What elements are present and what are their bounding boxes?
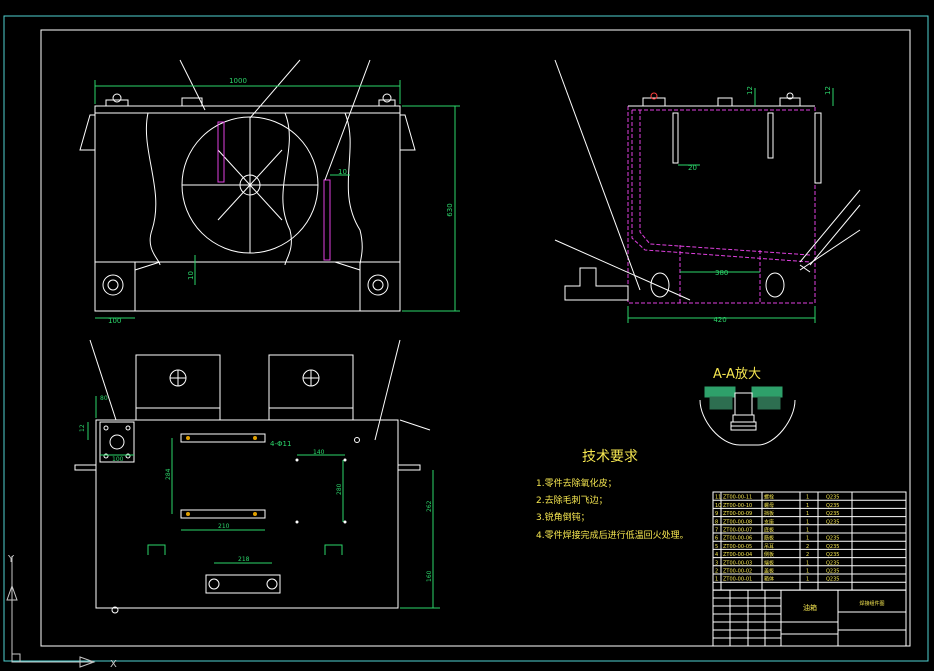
dim-plan-e: 140 — [313, 449, 325, 456]
bom-cell: 9 — [715, 511, 718, 517]
bom-cell: 1 — [715, 577, 718, 583]
section-detail — [699, 386, 796, 446]
bom-cell: ZT00-00-08 — [723, 519, 752, 525]
bom-cell: ZT00-00-07 — [723, 528, 752, 534]
bom-cell: ZT00-00-02 — [723, 569, 752, 575]
bom-cell: 底板 — [764, 527, 774, 534]
bom-cell: Q235 — [826, 577, 839, 583]
dim-d10b: 10 — [338, 168, 347, 176]
bom-cell: 1 — [806, 577, 809, 583]
bom-cell: Q235 — [826, 503, 839, 509]
bom-cell: ZT00-00-01 — [723, 577, 752, 583]
bom-cell: 挡板 — [764, 510, 774, 517]
bom-cell: Q235 — [826, 569, 839, 575]
bom-cell: 1 — [806, 495, 809, 501]
dim-plan-i: 218 — [238, 556, 250, 563]
bom-cell: 11 — [715, 495, 721, 501]
dim-plan-b: 12 — [79, 424, 86, 432]
bom-cell: ZT00-00-04 — [723, 552, 752, 558]
dim-side-inner-b: 380 — [715, 269, 728, 277]
tech-title: 技术要求 — [582, 449, 638, 465]
bom-cell: 3 — [715, 560, 718, 566]
bom-cell: Q235 — [826, 544, 839, 550]
axis-x-label: X — [110, 659, 117, 670]
dim-plan-a: 80 — [100, 395, 108, 402]
bom-cell: 1 — [806, 519, 809, 525]
tech-item: 4.零件焊接完成后进行低温回火处理。 — [536, 529, 689, 541]
dim-plan-h: 210 — [218, 523, 230, 530]
bom-cell: Q235 — [826, 519, 839, 525]
bom-cell: ZT00-00-06 — [723, 536, 752, 542]
bom-cell: 1 — [806, 511, 809, 517]
bom-cell: 1 — [806, 569, 809, 575]
drawing-canvas[interactable]: 1000 630 100 10 10 420 12 12 20 380 80 1… — [0, 0, 934, 671]
dim-side-top-b: 12 — [824, 86, 832, 95]
bom-cell: 1 — [806, 560, 809, 566]
bom-cell: ZT00-00-10 — [723, 503, 752, 509]
bom-cell: 6 — [715, 536, 718, 542]
bom-cell: Q235 — [826, 560, 839, 566]
bom-cell: 5 — [715, 544, 718, 550]
dim-side-width: 420 — [713, 316, 726, 324]
bom-cell: 端板 — [764, 559, 774, 566]
bom-cell: Q235 — [826, 552, 839, 558]
bom-cell: Q235 — [826, 495, 839, 501]
title-block-sub: 焊接组件图 — [859, 600, 884, 607]
bom-cell: 2 — [806, 544, 809, 550]
bom-cell: 10 — [715, 503, 721, 509]
bom-cell: Q235 — [826, 536, 839, 542]
dim-plan-d: 4-Φ11 — [270, 440, 291, 448]
axis-y-label: Y — [7, 554, 15, 565]
bom-cell: 4 — [715, 552, 718, 558]
bom-cell: Q235 — [826, 511, 839, 517]
dim-plan-j: 262 — [426, 500, 433, 512]
dim-height: 630 — [446, 203, 454, 216]
ucs-icon — [6, 556, 96, 668]
side-view-dims — [627, 88, 834, 323]
bom-table: 11 ZT00-00-11 螺栓 1 Q23510 ZT00-00-10 螺母 1 Q2359 Z… — [712, 491, 907, 591]
dim-left-small: 100 — [108, 317, 121, 325]
bom-cell: 7 — [715, 528, 718, 534]
dim-side-top-a: 12 — [746, 86, 754, 95]
tech-item: 3.锐角倒钝； — [536, 511, 590, 523]
bom-cell: ZT00-00-11 — [723, 495, 752, 501]
bom-cell: 箱体 — [764, 576, 774, 583]
bom-cell: 2 — [715, 569, 718, 575]
bom-cell: 1 — [806, 528, 809, 534]
tech-item: 1.零件去除氧化皮； — [536, 477, 617, 489]
bom-cell: 1 — [806, 503, 809, 509]
bom-cell: 盖板 — [764, 568, 774, 575]
plan-view-dims — [87, 396, 440, 609]
dim-plan-k: 160 — [426, 570, 433, 582]
bom-cell: ZT00-00-05 — [723, 544, 752, 550]
bom-cell: 筋板 — [764, 535, 774, 542]
tech-item: 2.去除毛刺飞边； — [536, 494, 608, 506]
dim-d10: 10 — [187, 271, 195, 280]
section-title: A-A放大 — [713, 367, 761, 382]
bom-cell: 螺栓 — [764, 494, 774, 501]
side-view — [554, 59, 861, 304]
bom-cell: 侧板 — [764, 551, 774, 558]
dim-plan-c: 100 — [112, 456, 124, 463]
bom-cell: 螺母 — [764, 502, 774, 509]
plan-view — [74, 339, 431, 609]
bom-cell: 支座 — [764, 518, 774, 525]
dim-side-inner: 20 — [688, 164, 697, 172]
drawing-border — [40, 29, 911, 647]
plan-view-marks — [111, 436, 360, 614]
bom-cell: 2 — [806, 552, 809, 558]
bom-cell: 8 — [715, 519, 718, 525]
dim-plan-g: 280 — [336, 483, 343, 495]
front-view — [79, 59, 416, 312]
title-block-name: 油箱 — [803, 603, 817, 612]
bom-cell: 1 — [806, 536, 809, 542]
dim-top-width: 1000 — [229, 77, 247, 85]
bom-cell: 吊耳 — [764, 544, 774, 550]
dim-plan-f: 284 — [165, 468, 172, 480]
title-block — [712, 589, 907, 647]
bom-cell: ZT00-00-09 — [723, 511, 752, 517]
bom-cell: ZT00-00-03 — [723, 560, 752, 566]
